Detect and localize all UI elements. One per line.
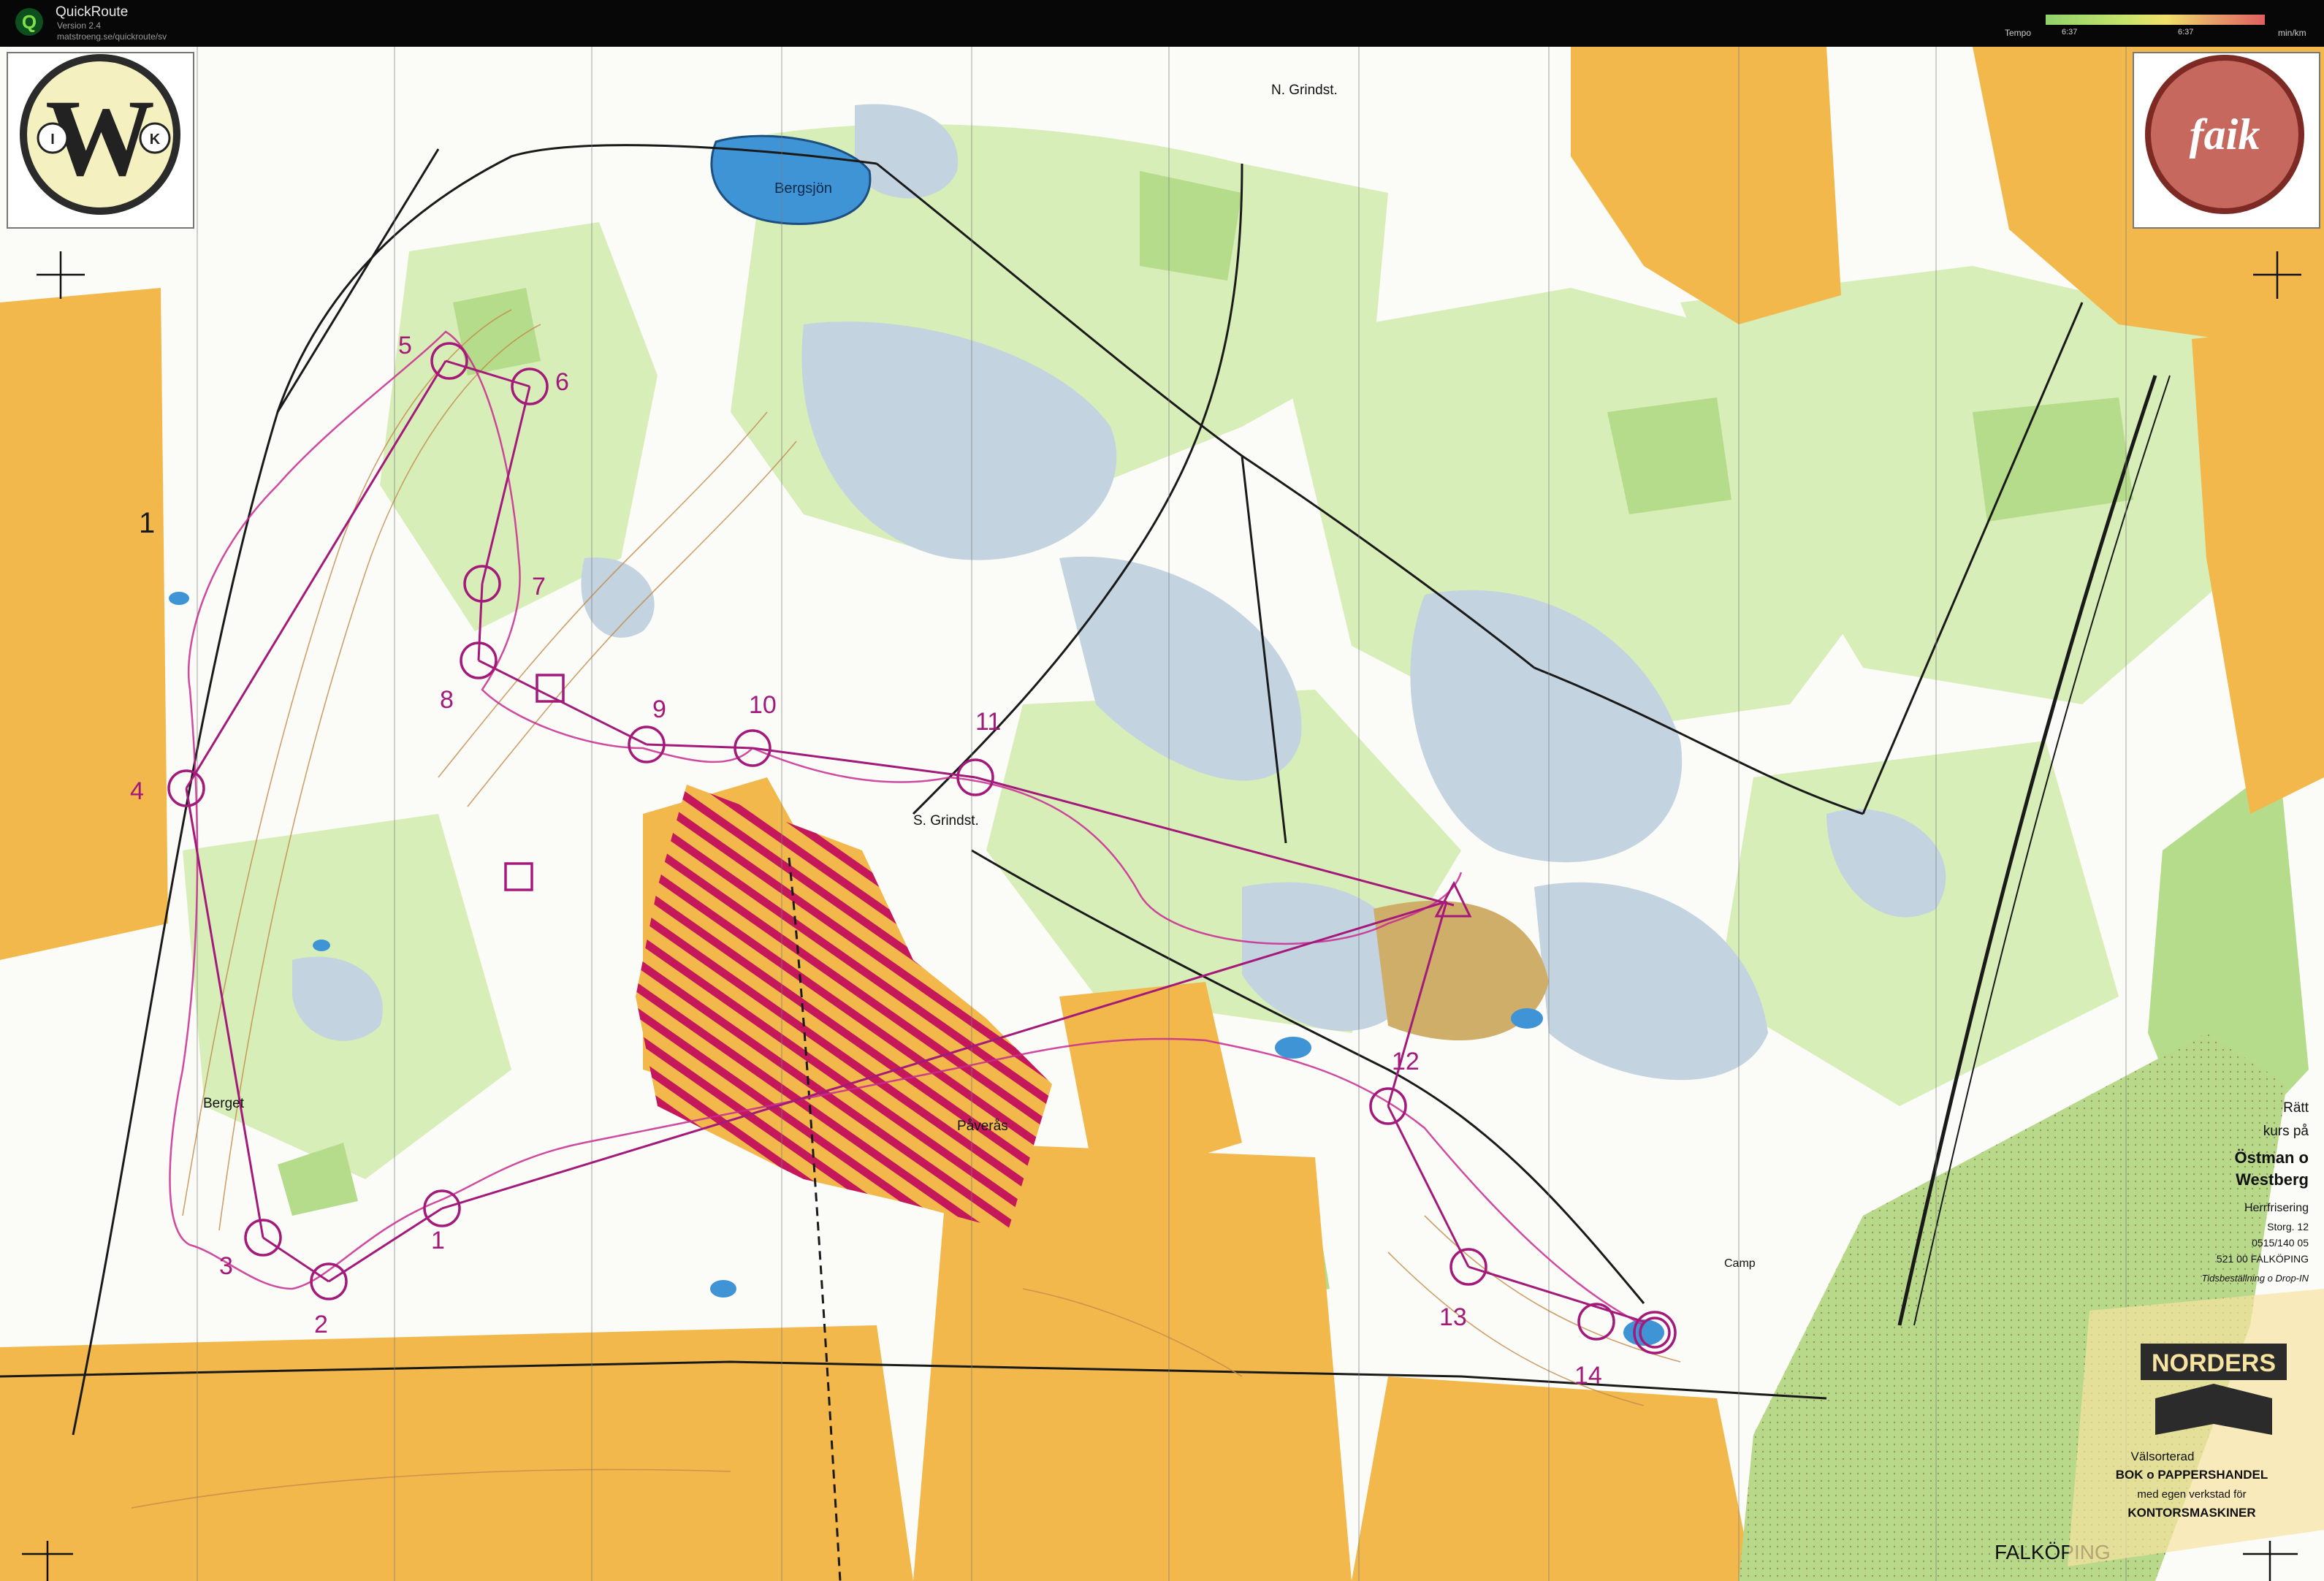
control-number-8: 8 — [440, 686, 454, 714]
club-logo-right: faik — [2133, 52, 2320, 229]
logo-right-text: faik — [2190, 110, 2260, 159]
svg-text:Q: Q — [22, 11, 37, 33]
tempo-color-scale — [2046, 15, 2265, 25]
control-number-6: 6 — [555, 368, 569, 396]
place-berget: Berget — [203, 1096, 245, 1111]
place-paveras: Påverås — [957, 1119, 1008, 1134]
ad-norders: NORDERS Välsorterad BOK o PAPPERSHANDEL … — [2068, 1289, 2324, 1566]
ad2-line2: BOK o PAPPERSHANDEL — [2116, 1468, 2268, 1482]
lake-name: Bergsjön — [774, 180, 832, 197]
control-number-12: 12 — [1392, 1048, 1420, 1075]
ad2-brand: NORDERS — [2152, 1349, 2276, 1377]
tempo-max: 6:37 — [2178, 28, 2194, 37]
control-number-9: 9 — [652, 696, 666, 723]
ad2-line3: med egen verkstad för — [2137, 1488, 2246, 1501]
place-camp: Camp — [1724, 1257, 1756, 1270]
control-number-2: 2 — [314, 1311, 328, 1338]
place-s-grindst: S. Grindst. — [913, 813, 979, 828]
ad2-line4: KONTORSMASKINER — [2127, 1506, 2255, 1520]
club-logo-left: W I K — [7, 52, 194, 229]
ad1-line3: Östman o — [2235, 1148, 2309, 1167]
sheet-numeral: 1 — [139, 507, 155, 539]
app-name: QuickRoute — [56, 4, 129, 20]
ad1-line6: Storg. 12 — [2267, 1221, 2309, 1233]
app-version: Version 2.4 — [57, 20, 102, 31]
quickroute-window: Q QuickRoute Version 2.4 matstroeng.se/q… — [0, 0, 2324, 1581]
control-number-11: 11 — [975, 708, 1001, 736]
map-canvas[interactable]: Bergsjön 1 2 3 4 5 6 7 8 9 10 11 12 13 1… — [0, 47, 2324, 1581]
ad1-line8: 521 00 FALKÖPING — [2217, 1252, 2309, 1265]
ad2-line1: Välsorterad — [2131, 1449, 2195, 1463]
logo-left-k: K — [150, 132, 161, 148]
control-number-5: 5 — [398, 332, 412, 359]
tempo-min: 6:37 — [2062, 28, 2078, 37]
control-number-7: 7 — [532, 573, 546, 601]
tempo-label: Tempo — [2005, 28, 2032, 38]
ad1-line1: Rätt — [2283, 1100, 2309, 1116]
title-bar: Q QuickRoute Version 2.4 matstroeng.se/q… — [0, 0, 2324, 47]
ad1-line5: Herrfrisering — [2244, 1202, 2309, 1214]
app-url: matstroeng.se/quickroute/sv — [57, 31, 167, 42]
ad1-line2: kurs på — [2263, 1124, 2309, 1139]
logo-left-i: I — [50, 132, 55, 148]
ad1-line7: 0515/140 05 — [2252, 1237, 2309, 1249]
control-number-4: 4 — [130, 777, 144, 805]
quickroute-logo-icon: Q — [15, 8, 43, 36]
control-number-3: 3 — [219, 1252, 233, 1280]
control-number-13: 13 — [1439, 1303, 1467, 1331]
ad1-line4: Westberg — [2236, 1170, 2309, 1189]
place-n-grindst: N. Grindst. — [1271, 83, 1338, 98]
control-number-10: 10 — [749, 691, 777, 719]
control-number-1: 1 — [431, 1227, 445, 1254]
control-number-14: 14 — [1574, 1362, 1602, 1390]
ad1-line9: Tidsbeställning o Drop-IN — [2201, 1273, 2309, 1284]
tempo-unit: min/km — [2278, 28, 2306, 38]
orienteering-map[interactable]: Bergsjön 1 2 3 4 5 6 7 8 9 10 11 12 13 1… — [0, 47, 2324, 1581]
